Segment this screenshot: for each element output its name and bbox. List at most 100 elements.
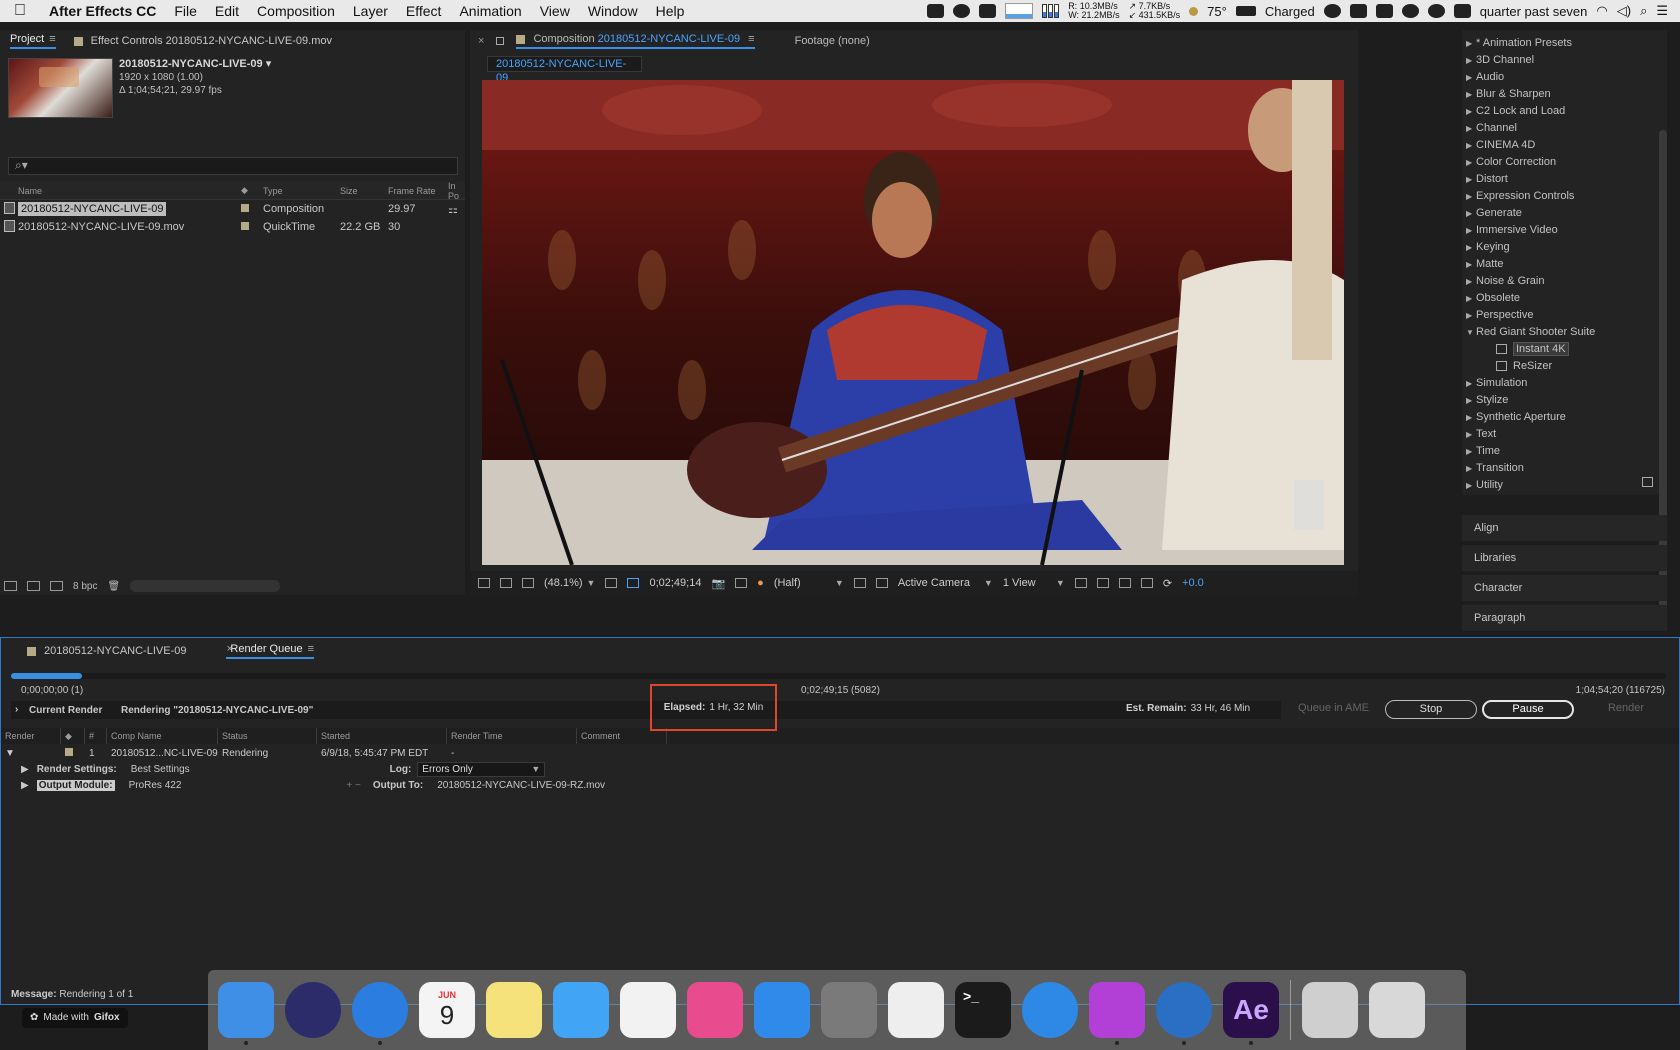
col-comp-name[interactable]: Comp Name [107,728,218,744]
disclosure-closed-icon[interactable]: ▶ [1466,307,1476,324]
disclosure-closed-icon[interactable]: ▶ [1466,137,1476,154]
mask-visibility-icon[interactable] [627,578,640,588]
comp-flow-tab[interactable]: 20180512-NYCANC-LIVE-09 [487,56,642,84]
dock-quicktime-icon[interactable] [1022,982,1078,1038]
disclosure-closed-icon[interactable]: ▶ [1466,35,1476,52]
disclosure-closed-icon[interactable]: ▶ [1466,239,1476,256]
snapshot-icon[interactable]: 📷 [711,577,725,590]
creative-cloud-icon[interactable] [953,4,971,18]
color-channels-icon[interactable]: ● [757,577,764,589]
new-folder-icon[interactable] [27,581,40,591]
effect-category[interactable]: ▶ Utility [1466,477,1661,494]
notification-center-icon[interactable]: ☰ [1656,3,1668,19]
info-icon[interactable] [1323,4,1341,18]
menu-animation[interactable]: Animation [450,3,530,19]
label-color-icon[interactable] [241,204,249,212]
render-settings-value[interactable]: Best Settings [131,764,190,775]
activity-meter-icon[interactable] [1005,3,1034,19]
col-number[interactable]: # [85,728,107,744]
effect-category[interactable]: ▶ Channel [1466,120,1661,137]
thumbnail-size-slider[interactable] [130,580,281,592]
dock-trash-icon[interactable] [1369,982,1425,1038]
tab-render-queue[interactable]: × Render Queue ≡ [226,643,315,659]
disk-io-readout[interactable]: R: 10.3MB/s W: 21.2MB/s [1068,2,1119,20]
col-name[interactable]: Name [18,186,241,196]
disclosure-closed-icon[interactable]: ▶ [1466,290,1476,307]
network-readout[interactable]: ↗ 7.7KB/s ↙ 431.5KB/s [1129,2,1181,20]
cloud-icon[interactable] [1401,4,1419,18]
battery-status[interactable]: Charged [1265,4,1315,19]
disclosure-closed-icon[interactable]: ▶ [1466,392,1476,409]
col-render[interactable]: Render [1,728,61,744]
effect-category[interactable]: ▶ Expression Controls [1466,188,1661,205]
current-render-label[interactable]: Current Render [11,704,121,716]
effect-category[interactable]: ▶ Generate [1466,205,1661,222]
pixel-aspect-icon[interactable] [1074,578,1087,588]
flowchart-icon[interactable] [1140,578,1153,588]
label-color-icon[interactable] [241,222,249,230]
menu-app-name[interactable]: After Effects CC [40,3,165,19]
col-size[interactable]: Size [340,186,388,196]
dock-after-effects-icon[interactable]: Ae [1223,982,1279,1045]
effect-category[interactable]: ▶ 3D Channel [1466,52,1661,69]
new-composition-icon[interactable] [50,581,63,591]
camera-select[interactable]: Active Camera ▼ [898,577,993,589]
apple-menu-icon[interactable]:  [0,2,40,20]
effect-category[interactable]: ▶ Perspective [1466,307,1661,324]
panel-character[interactable]: Character [1462,575,1667,601]
table-row[interactable]: 20180512-NYCANC-LIVE-09 Composition 29.9… [0,200,465,218]
dock-app-store-icon[interactable] [754,982,810,1038]
effect-category[interactable]: ▶ Keying [1466,239,1661,256]
tab-project[interactable]: Project ≡ [10,33,56,49]
always-preview-icon[interactable] [478,578,490,588]
reset-exposure-icon[interactable]: ⟳ [1163,577,1172,590]
dock-1password-icon[interactable] [1156,982,1212,1045]
col-frame-rate[interactable]: Frame Rate [388,186,448,196]
dock-flower-app-icon[interactable] [1089,982,1145,1045]
dock-terminal-icon[interactable]: >_ [955,982,1011,1038]
col-started[interactable]: Started [317,728,447,744]
flowchart-icon[interactable]: ⚏ [448,203,465,216]
battery-icon[interactable] [1235,6,1256,16]
disclosure-closed-icon[interactable]: ▶ [1466,154,1476,171]
temperature[interactable]: 75° [1207,4,1227,19]
disclosure-closed-icon[interactable]: ▶ [1466,273,1476,290]
panel-menu-icon[interactable]: ≡ [49,33,55,45]
wifi-icon[interactable]: ◠ [1596,3,1607,19]
view-layout-select[interactable]: 1 View ▼ [1003,577,1065,589]
display-icon[interactable] [927,4,945,18]
effect-category[interactable]: ▶ * Animation Presets [1466,35,1661,52]
menu-window[interactable]: Window [579,3,647,19]
col-in-point[interactable]: In Po [448,181,465,201]
menu-effect[interactable]: Effect [397,3,451,19]
status-dot-icon[interactable] [1189,6,1199,16]
disclosure-closed-icon[interactable]: ▶ [1466,409,1476,426]
menu-layer[interactable]: Layer [344,3,397,19]
render-button[interactable]: Render [1581,700,1671,719]
dock-system-preferences-icon[interactable] [821,982,877,1038]
label-col-icon[interactable]: ◆ [241,185,263,196]
keyboard-icon[interactable] [1349,4,1367,18]
effect-category[interactable]: ▶ Audio [1466,69,1661,86]
dock-siri-icon[interactable] [285,982,341,1038]
dock-photos-icon[interactable] [620,982,676,1038]
dock-notes-icon[interactable] [486,982,542,1038]
resolution-select[interactable]: (Half) ▼ [774,577,844,589]
memory-bars-icon[interactable] [1042,4,1060,18]
label-col-icon[interactable]: ◆ [61,728,85,744]
disclosure-closed-icon[interactable]: ▶ [1466,222,1476,239]
dock-finder-doc-icon[interactable] [1302,982,1358,1038]
disclosure-closed-icon[interactable]: ▶ [1466,460,1476,477]
panel-paragraph[interactable]: Paragraph [1462,605,1667,631]
show-snapshot-icon[interactable] [735,578,748,588]
trash-icon[interactable]: 🗑 [107,581,120,592]
disclosure-closed-icon[interactable]: ▶ [1466,443,1476,460]
render-settings-label[interactable]: Render Settings: [37,764,117,775]
dropbox-icon[interactable] [979,4,997,18]
output-module-value[interactable]: ProRes 422 [129,780,182,791]
display-icon[interactable] [500,578,512,588]
fan-icon[interactable] [1375,4,1393,18]
disclosure-closed-icon[interactable]: ▶ [1466,69,1476,86]
lock-icon[interactable] [496,37,505,45]
project-search-input[interactable]: ⌕▾ [8,157,458,175]
